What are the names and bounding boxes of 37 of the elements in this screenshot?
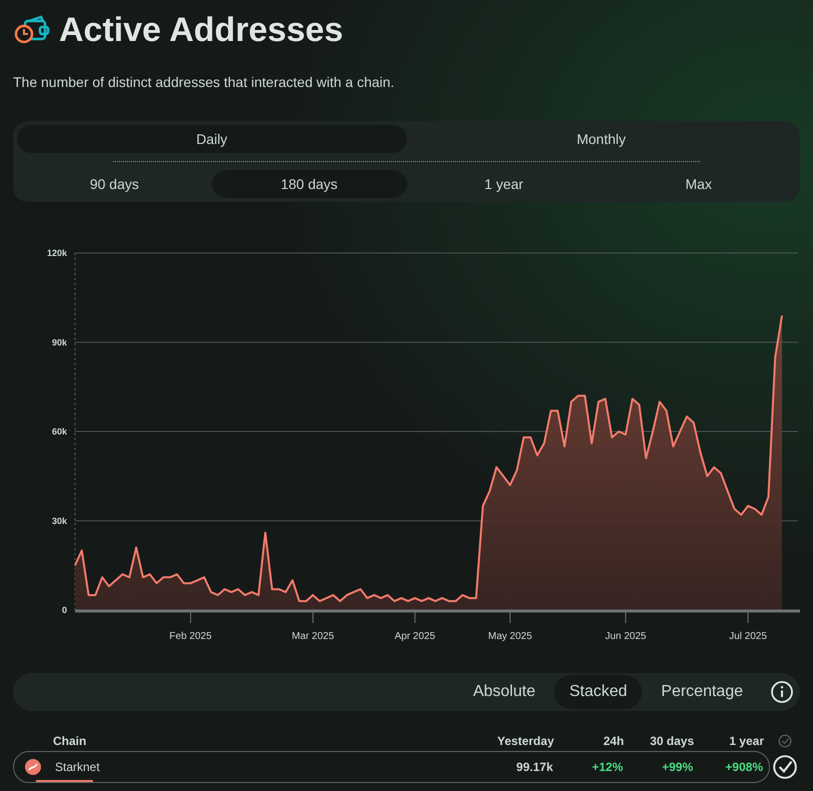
column-header: 24h [602,733,624,750]
scale-tab[interactable]: Stacked [554,675,642,709]
range-tab[interactable]: 90 days [17,170,212,198]
range-tab[interactable]: Max [601,170,796,198]
range-tab[interactable]: 1 year [406,170,602,198]
page-title: Active Addresses [59,10,344,50]
column-header: Chain [53,733,88,750]
range-tab[interactable]: 180 days [212,170,406,198]
y-axis-label: 0 [62,605,67,615]
x-axis-label: Jun 2025 [605,631,646,642]
interval-tab[interactable]: Daily [17,125,406,153]
x-axis-label: Jul 2025 [729,631,767,642]
x-axis-label: Mar 2025 [292,631,334,642]
table-cell-text: +99% [660,759,693,776]
chain-logo-icon [25,759,41,775]
y-axis-label: 120k [46,248,67,258]
interval-tab[interactable]: Monthly [406,125,796,153]
x-axis-label: Feb 2025 [169,631,212,642]
column-header: Yesterday [496,733,554,750]
wallet-clock-icon [13,15,51,45]
x-axis-label: Apr 2025 [394,631,436,642]
column-header: 30 days [648,733,694,750]
check-circle-icon[interactable] [778,734,792,748]
info-icon[interactable] [770,680,794,704]
column-header: 1 year [728,733,764,750]
chain-name: Starknet [55,759,101,776]
scale-tab[interactable]: Absolute [458,675,550,709]
x-axis-label: May 2025 [488,631,532,642]
chain-row[interactable]: Starknet 99.17k +12% +99% +908% [13,751,770,783]
y-axis-label: 60k [52,426,67,436]
page-description: The number of distinct addresses that interacted with a chain. [13,73,396,92]
scale-tab[interactable]: Percentage [646,675,758,709]
y-axis-label: 90k [52,337,67,348]
table-cell-text: +12% [590,759,623,776]
table-cell-text: +908% [724,759,763,776]
y-axis-label: 30k [52,516,67,526]
table-cell-text: 99.17k [515,759,553,776]
